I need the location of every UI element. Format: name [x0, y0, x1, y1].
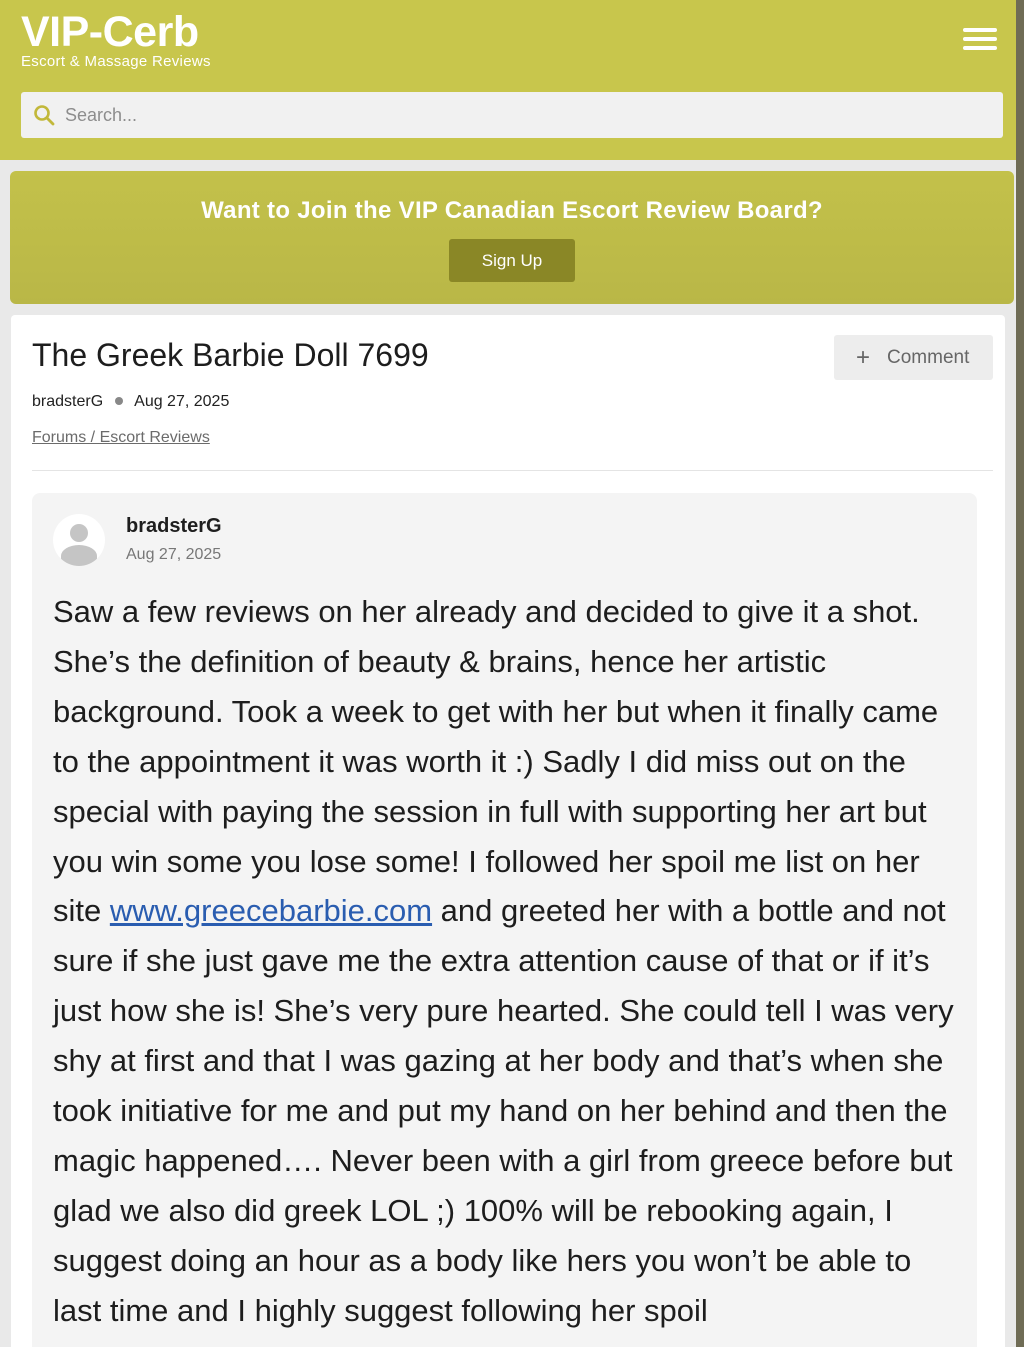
post-body-text-start: Saw a few reviews on her already and dec…: [53, 594, 939, 929]
post-author[interactable]: bradsterG: [126, 515, 222, 538]
avatar-shoulders: [61, 545, 97, 566]
site-tagline: Escort & Massage Reviews: [21, 53, 211, 70]
thread-author[interactable]: bradsterG: [32, 393, 103, 410]
search-bar[interactable]: [21, 92, 1003, 138]
menu-bar-top: [963, 28, 997, 32]
page-scrollbar[interactable]: [1016, 0, 1024, 1347]
menu-bar-bottom: [963, 46, 997, 50]
join-banner-text: Want to Join the VIP Canadian Escort Rev…: [201, 197, 823, 224]
search-icon: [34, 105, 55, 126]
menu-bar-middle: [963, 37, 997, 41]
site-link[interactable]: www.greecebarbie.com: [110, 893, 432, 928]
hamburger-menu-icon[interactable]: [960, 24, 1000, 54]
thread-date: Aug 27, 2025: [134, 393, 230, 410]
avatar[interactable]: [53, 514, 105, 566]
join-banner: Want to Join the VIP Canadian Escort Rev…: [10, 171, 1014, 304]
post-body-text-end: and greeted her with a bottle and not su…: [53, 893, 954, 1328]
thread-title: The Greek Barbie Doll 7699: [32, 337, 429, 373]
site-logo[interactable]: VIP-Cerb: [21, 8, 199, 57]
divider: [32, 470, 993, 471]
breadcrumb[interactable]: Forums / Escort Reviews: [32, 429, 210, 447]
site-header: VIP-Cerb Escort & Massage Reviews: [0, 0, 1024, 160]
separator-dot-icon: [115, 396, 124, 405]
post-card: bradsterG Aug 27, 2025 Saw a few reviews…: [32, 493, 977, 1347]
search-input[interactable]: [65, 92, 985, 138]
comment-button[interactable]: + Comment: [834, 335, 993, 380]
thread-meta: bradsterG Aug 27, 2025: [32, 393, 229, 413]
post-date: Aug 27, 2025: [126, 546, 222, 563]
sign-up-button[interactable]: Sign Up: [449, 239, 575, 282]
comment-button-label: Comment: [887, 347, 970, 368]
thread-panel: The Greek Barbie Doll 7699 + Comment bra…: [11, 315, 1005, 1347]
avatar-head: [70, 524, 88, 542]
plus-icon: +: [856, 344, 871, 371]
post-body: Saw a few reviews on her already and dec…: [53, 587, 965, 1336]
